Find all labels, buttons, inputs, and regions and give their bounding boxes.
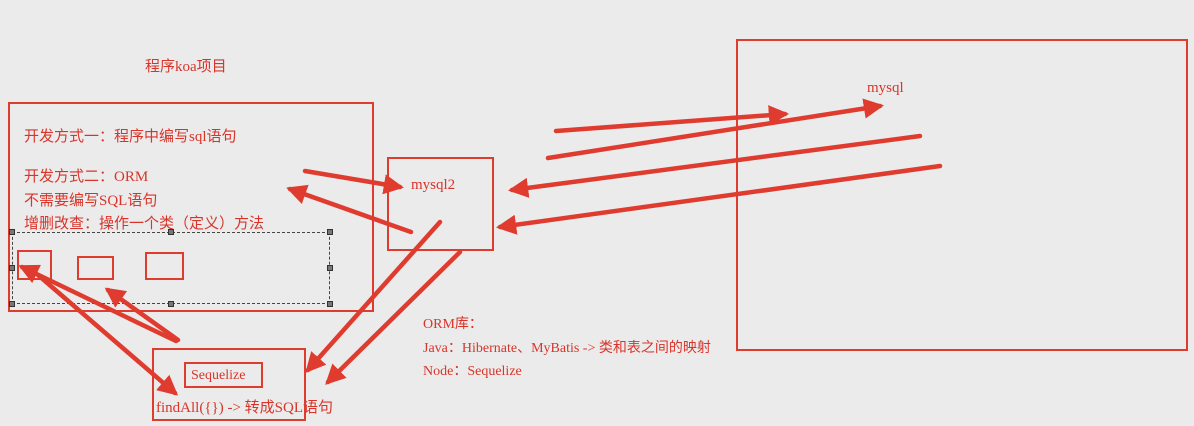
arrow-koa-to-mysql2 (302, 168, 404, 195)
arrow-mysql2-to-koa (286, 184, 414, 235)
arrow-class-1-to-sequelize (35, 272, 179, 396)
arrows-layer (18, 98, 943, 396)
arrow-mysql-to-mysql2-1 (507, 133, 923, 198)
arrow-mysql-to-mysql2-2 (495, 163, 943, 235)
arrow-mysql2-to-sequelize-1 (305, 219, 443, 374)
arrow-to-mysql-2 (545, 98, 885, 161)
